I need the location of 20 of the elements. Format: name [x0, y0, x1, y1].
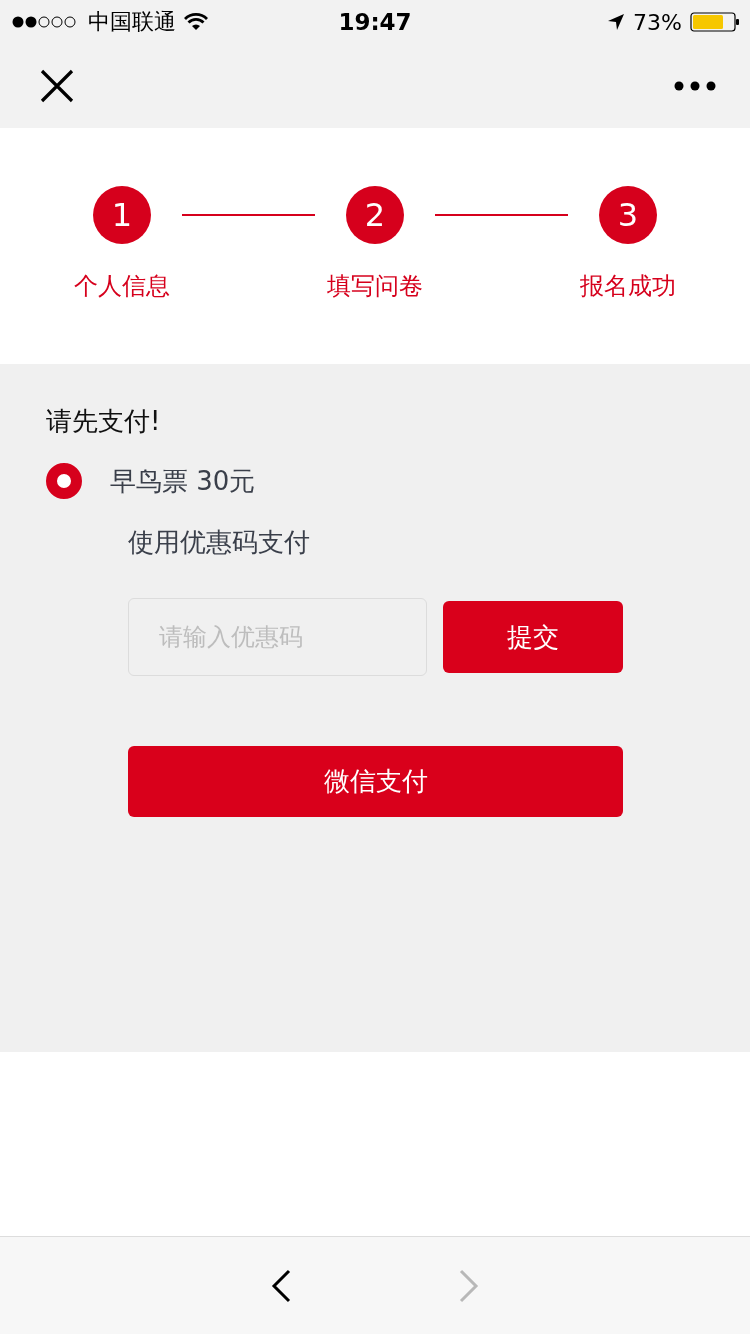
clock-time: 19:47 — [338, 9, 412, 35]
radio-button[interactable] — [46, 463, 82, 499]
payment-prompt: 请先支付! — [46, 405, 162, 438]
step-label: 报名成功 — [580, 271, 676, 302]
step-number: 1 — [93, 186, 151, 244]
close-icon[interactable] — [40, 69, 74, 103]
location-arrow-icon — [607, 13, 626, 31]
carrier-name: 中国联通 — [88, 8, 176, 36]
ticket-option-label[interactable]: 早鸟票 30元 — [110, 463, 256, 499]
coupon-title: 使用优惠码支付 — [128, 526, 311, 559]
wifi-icon — [184, 13, 208, 31]
more-icon[interactable] — [674, 81, 716, 91]
wechat-pay-button[interactable]: 微信支付 — [128, 746, 623, 817]
step-label: 个人信息 — [74, 271, 170, 302]
step-label: 填写问卷 — [327, 271, 423, 302]
battery-percent: 73% — [633, 9, 682, 35]
step-number: 3 — [599, 186, 657, 244]
submit-button[interactable]: 提交 — [443, 601, 623, 673]
battery-icon — [690, 12, 740, 32]
step-number: 2 — [346, 186, 404, 244]
